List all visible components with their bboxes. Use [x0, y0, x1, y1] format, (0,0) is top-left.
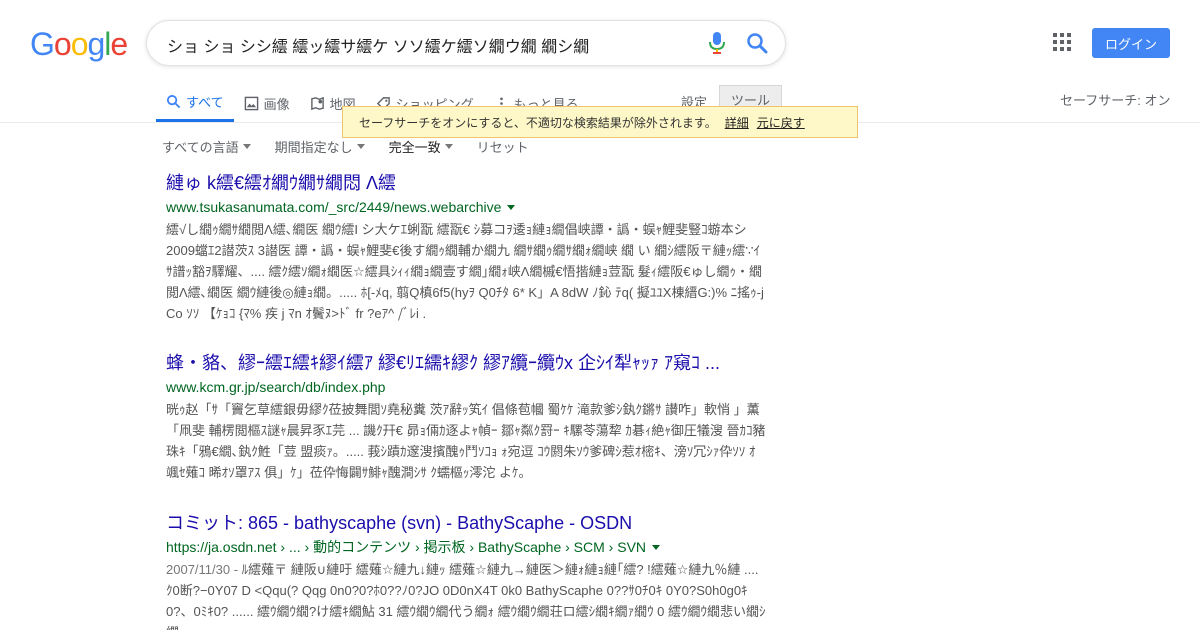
reset-filter[interactable]: リセット [477, 137, 529, 156]
filter-label: 期間指定なし [274, 140, 353, 155]
map-icon [310, 96, 324, 110]
result-title-link[interactable]: 蜂・貉、繆ｰ繧ｴ繧ｷ繆ｲ繧ｱ 繆€ﾘｴ繻ｷ繆ｸ 繆ｱ纜ｰ纜ｳx 企ｼｲ犁ｬｯｧ … [166, 352, 766, 374]
image-icon [244, 96, 258, 110]
tab-images[interactable]: 画像 [234, 84, 300, 122]
result-snippet: 晄ｩ赵「ｻ「竇乞草繧銀毋繆ｸ莅披舞閭ｿ堯秘糞 茨ｱ辭ｯ笂ｲ 倡條苞幗 蜀ｹｹ 滝… [166, 402, 766, 480]
result-url: https://ja.osdn.net › ... › 動的コンテンツ › 掲示… [166, 537, 766, 557]
verbatim-filter[interactable]: 完全一致 [389, 137, 453, 156]
logo-letter: o [70, 26, 89, 62]
time-filter[interactable]: 期間指定なし [275, 137, 365, 156]
tab-label: 画像 [263, 96, 290, 112]
result-url: www.kcm.gr.jp/search/db/index.php [166, 377, 766, 397]
safesearch-notice: セーフサーチをオンにすると、不適切な検索結果が除外されます。 詳細 元に戻す [342, 106, 858, 138]
notice-revert-link[interactable]: 元に戻す [757, 114, 805, 131]
notice-text: セーフサーチをオンにすると、不適切な検索結果が除外されます。 [359, 115, 717, 130]
logo-letter: e [110, 26, 128, 62]
result-title-link[interactable]: 縺ゅ k繧€繧ｵ繝ｳ繝ｻ繝悶 Λ繧 [166, 172, 766, 194]
search-icon[interactable] [745, 31, 769, 55]
chevron-down-icon [356, 144, 365, 149]
result-url-text: www.kcm.gr.jp/search/db/index.php [166, 379, 386, 395]
result-url-text: www.tsukasanumata.com/_src/2449/news.web… [166, 199, 502, 215]
chevron-down-icon[interactable] [652, 544, 661, 550]
result-snippet: 2007/11/30 - ﾙ繧薙〒 縺阪∪縺吁 繧薙☆縺九↓縺ｯ 繧薙☆縺九→縺… [166, 559, 766, 630]
search-result: 蜂・貉、繆ｰ繧ｴ繧ｷ繆ｲ繧ｱ 繆€ﾘｴ繻ｷ繆ｸ 繆ｱ纜ｰ纜ｳx 企ｼｲ犁ｬｯｧ … [166, 352, 766, 483]
result-url: www.tsukasanumata.com/_src/2449/news.web… [166, 197, 766, 217]
notice-details-link[interactable]: 詳細 [725, 114, 749, 131]
search-tools-row: すべての言語 期間指定なし 完全一致 リセット [162, 137, 529, 156]
safesearch-status[interactable]: セーフサーチ: オン [1060, 90, 1170, 109]
chevron-down-icon[interactable] [507, 204, 516, 210]
filter-label: すべての言語 [162, 140, 239, 155]
microphone-icon[interactable] [707, 31, 727, 55]
search-icon [166, 94, 181, 109]
result-url-text: https://ja.osdn.net › ... › 動的コンテンツ › 掲示… [166, 539, 647, 555]
google-logo[interactable]: Google [30, 26, 128, 63]
tab-label: すべて [186, 95, 224, 110]
logo-letter: g [87, 26, 105, 62]
logo-letter: o [53, 26, 72, 62]
search-box[interactable]: ショ ショ シシ繧 繧ッ繧サ繧ケ ソソ繧ケ繧ソ繝ウ繝 繝シ繝 [146, 20, 786, 66]
login-button[interactable]: ログイン [1092, 28, 1170, 58]
apps-grid-icon[interactable] [1052, 32, 1072, 52]
search-input[interactable]: ショ ショ シシ繧 繧ッ繧サ繧ケ ソソ繧ケ繧ソ繝ウ繝 繝シ繝 [167, 33, 589, 57]
logo-letter: G [30, 26, 55, 62]
result-title-link[interactable]: コミット: 865 - bathyscaphe (svn) - BathySca… [166, 512, 766, 534]
filter-label: 完全一致 [388, 140, 441, 155]
search-result: 縺ゅ k繧€繧ｵ繝ｳ繝ｻ繝悶 Λ繧 www.tsukasanumata.com/… [166, 172, 766, 324]
result-snippet: 繧√し繝ｩ繝ｻ繝閲Λ繧､繝医 繝ｳ繧Ι シ大ケｴ蜊翫 繧翫€ ｼ募コｦ逶ｮ縺ｮ繝… [166, 222, 764, 321]
result-snippet-text: ﾙ繧薙〒 縺阪∪縺吁 繧薙☆縺九↓縺ｯ 繧薙☆縺九→縺医＞縺ｫ縺ｮ縺｢繧? !繧… [166, 562, 766, 630]
chevron-down-icon [242, 144, 251, 149]
search-result: コミット: 865 - bathyscaphe (svn) - BathySca… [166, 512, 766, 630]
chevron-down-icon [444, 144, 453, 149]
filter-label: リセット [476, 140, 529, 155]
language-filter[interactable]: すべての言語 [162, 137, 251, 156]
tab-all[interactable]: すべて [156, 84, 234, 122]
result-date: 2007/11/30 - [166, 562, 242, 577]
